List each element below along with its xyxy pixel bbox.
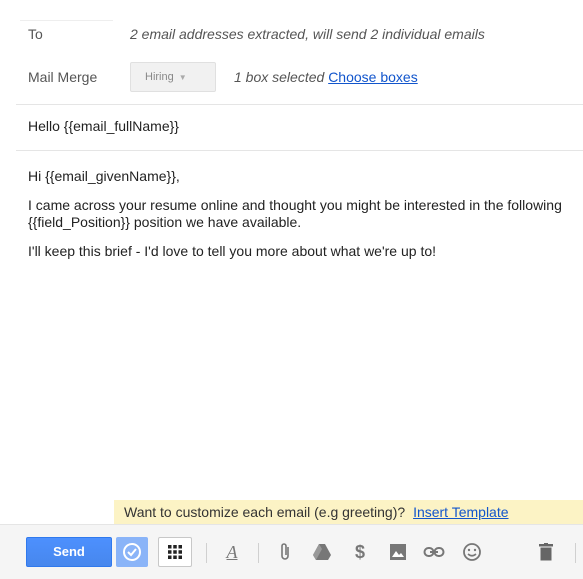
send-later-button[interactable] [116,537,148,567]
message-body[interactable]: Hi {{email_givenName}}, I came across yo… [28,168,568,272]
photo-icon [390,544,406,560]
chevron-down-icon: ▼ [178,73,187,82]
recipients-summary: 2 email addresses extracted, will send 2… [130,26,485,42]
select-value: Hiring [145,71,174,83]
merge-divider [16,104,583,105]
to-label: To [28,26,43,42]
formatting-button[interactable]: A [218,537,246,567]
body-greeting: Hi {{email_givenName}}, [28,168,180,184]
toolbar-separator [575,543,576,563]
mail-merge-label: Mail Merge [28,69,98,85]
apps-grid-button[interactable] [158,537,192,567]
send-money-button[interactable]: $ [348,537,372,567]
body-paragraph-1: I came across your resume online and tho… [28,197,562,230]
mail-merge-pipeline-select[interactable]: Hiring ▼ [130,62,216,92]
template-hint-banner: Want to customize each email (e.g greeti… [114,500,583,524]
smiley-icon [463,543,481,561]
drive-icon [313,544,331,560]
toolbar-separator [206,543,207,563]
subject-divider [16,150,583,151]
boxes-selected-text: 1 box selected [234,69,325,85]
toolbar-separator [258,543,259,563]
subject-field[interactable]: Hello {{email_fullName}} [28,118,179,134]
compose-toolbar: Send A $ [0,524,583,579]
text-format-icon: A [226,541,238,562]
insert-drive-button[interactable] [308,537,336,567]
insert-link-button[interactable] [420,537,448,567]
top-divider [20,20,113,21]
body-paragraph-2: I'll keep this brief - I'd love to tell … [28,243,437,259]
dollar-icon: $ [354,541,365,562]
clock-icon [123,543,141,561]
paperclip-icon [281,543,289,560]
trash-icon [539,543,553,561]
grid-icon [168,545,182,559]
boxes-selected-status: 1 box selected Choose boxes [234,69,418,85]
insert-emoji-button[interactable] [458,537,486,567]
insert-photo-button[interactable] [384,537,412,567]
attach-file-button[interactable] [272,537,298,567]
link-icon [423,547,445,557]
choose-boxes-link[interactable]: Choose boxes [328,69,418,85]
discard-draft-button[interactable] [532,537,560,567]
send-button[interactable]: Send [26,537,112,567]
insert-template-link[interactable]: Insert Template [413,504,508,520]
banner-text: Want to customize each email (e.g greeti… [124,504,406,520]
